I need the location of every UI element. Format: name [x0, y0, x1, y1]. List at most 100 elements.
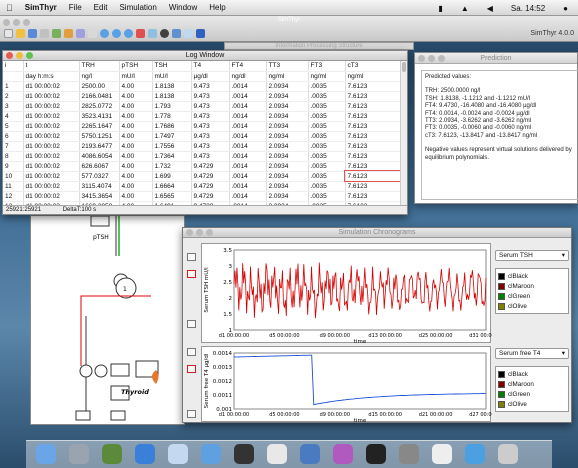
ft4-chart[interactable]: 0.0014 0.0013 0.0012 0.0011 0.001 d1 00:00:00… [201, 346, 503, 424]
table-cell: 2825.0772 [79, 101, 120, 112]
user-icon[interactable]: ● [557, 4, 574, 13]
menu-window[interactable]: Window [163, 3, 203, 12]
color-icon-2[interactable] [187, 365, 196, 373]
paste-icon[interactable] [76, 29, 85, 38]
open-icon[interactable] [16, 29, 25, 38]
color-item[interactable]: clBlack [498, 369, 566, 379]
stop-icon[interactable] [124, 29, 133, 38]
log-table[interactable]: i t TRH pTSH TSH T4 FT4 TT3 FT3 cT3 day h:m:s ng/l m… [3, 61, 401, 212]
volume-icon[interactable]: ◀ [481, 4, 499, 13]
dock-activity-icon[interactable] [366, 444, 386, 464]
table-row[interactable]: 11 d1 00:00:02 3115.4074 4.00 1.6664 9.4729.0… [3, 181, 401, 192]
series-select-1[interactable]: Serum TSH ▾ [495, 250, 569, 261]
bluetooth-icon[interactable]: ▮ [432, 4, 448, 13]
close-icon[interactable] [186, 229, 193, 236]
tsh-chart[interactable]: 3.5 3 2.5 2 1.5 1 d1 00:00:00 d5 00:00:00 d9 00:… [201, 243, 503, 345]
table-cell: d1 00:00:02 [23, 151, 80, 162]
dock-zoom-icon[interactable] [465, 444, 485, 464]
table-header-row[interactable]: i t TRH pTSH TSH T4 FT4 TT3 FT3 cT3 [3, 61, 401, 72]
menu-help[interactable]: Help [203, 3, 231, 12]
dock-iphoto-icon[interactable] [300, 444, 320, 464]
cut-icon[interactable] [52, 29, 61, 38]
close-icon[interactable] [6, 52, 13, 59]
save-icon[interactable] [28, 29, 37, 38]
dock-terminal-icon[interactable] [234, 444, 254, 464]
table-row[interactable]: 12 d1 00:00:02 3415.3654 4.00 1.6565 9.4729.0… [3, 191, 401, 202]
color-list-1[interactable]: clBlack clMaroon clGreen clOlive [495, 268, 569, 314]
new-icon[interactable] [4, 29, 13, 38]
close-icon[interactable] [418, 55, 425, 62]
table-row[interactable]: 6 d1 00:00:02 5750.1251 4.00 1.7497 9.473.001… [3, 131, 401, 142]
print-icon[interactable] [40, 29, 49, 38]
table-cell: d1 00:00:02 [23, 131, 80, 142]
minimize-icon[interactable] [16, 52, 23, 59]
dock-finder-icon[interactable] [36, 444, 56, 464]
wifi-icon[interactable]: ▲ [455, 4, 475, 13]
table-row[interactable]: 9 d1 00:00:02 626.6067 4.00 1.732 9.4729.0014… [3, 161, 401, 172]
color-item[interactable]: clMaroon [498, 281, 566, 291]
prediction-icon[interactable] [160, 29, 169, 38]
table-row[interactable]: 5 d1 00:00:02 2265.1647 4.00 1.7686 9.473.001… [3, 121, 401, 132]
close-icon[interactable] [3, 19, 10, 26]
dock-settings-icon[interactable] [399, 444, 419, 464]
table-row[interactable]: 4 d1 00:00:02 3523.4131 4.00 1.778 9.473.0014… [3, 111, 401, 122]
menu-edit[interactable]: Edit [88, 3, 114, 12]
copy-icon[interactable] [64, 29, 73, 38]
dock-itunes-icon[interactable] [333, 444, 353, 464]
color-icon[interactable] [187, 270, 196, 278]
table-row[interactable]: 1 d1 00:00:02 2500.00 4.00 1.8138 9.473.0014 2… [3, 81, 401, 92]
dock-help-icon[interactable] [201, 444, 221, 464]
clear-icon[interactable] [88, 29, 97, 38]
color-item[interactable]: clGreen [498, 291, 566, 301]
color-item[interactable]: clOlive [498, 301, 566, 311]
help-icon[interactable] [196, 29, 205, 38]
table-row[interactable]: 7 d1 00:00:02 2193.6477 4.00 1.7556 9.473.001… [3, 141, 401, 152]
dock-preview-icon[interactable] [168, 444, 188, 464]
menu-file[interactable]: File [63, 3, 88, 12]
prediction-text[interactable]: Predicted values: TRH: 2500.0000 ng/l TS… [421, 70, 578, 200]
minimize-icon[interactable] [196, 229, 203, 236]
minimize-icon[interactable] [428, 55, 435, 62]
settings-icon[interactable] [148, 29, 157, 38]
close-sim-icon[interactable] [136, 29, 145, 38]
menu-simulation[interactable]: Simulation [113, 3, 162, 12]
color-item[interactable]: clOlive [498, 399, 566, 409]
run-icon[interactable] [100, 29, 109, 38]
color-item[interactable]: clGreen [498, 389, 566, 399]
dock-textedit-icon[interactable] [432, 444, 452, 464]
dock-system-icon[interactable] [102, 444, 122, 464]
zoom-fit-icon-2[interactable] [187, 348, 196, 356]
menu-simthyr[interactable]: SimThyr [19, 3, 63, 12]
dock-ical-icon[interactable] [267, 444, 287, 464]
zoom-icon[interactable] [26, 52, 33, 59]
zoom-icon[interactable] [23, 19, 30, 26]
clock[interactable]: Sa. 14:52 [505, 4, 551, 13]
zoom-icon[interactable] [438, 55, 445, 62]
dock-safari-icon[interactable] [135, 444, 155, 464]
table-row[interactable]: 3 d1 00:00:02 2825.0772 4.00 1.793 9.473.0014… [3, 101, 401, 112]
color-item[interactable]: clMaroon [498, 379, 566, 389]
table-row[interactable]: 2 d1 00:00:02 2166.0481 4.00 1.8138 9.473.001… [3, 91, 401, 102]
log-scrollbar[interactable] [400, 61, 407, 207]
copy-chart-icon[interactable] [187, 320, 196, 328]
block-diagram-window: pTSH 1 Thyroid [30, 215, 185, 425]
table-row[interactable]: 8 d1 00:00:02 4086.6054 4.00 1.7364 9.473.001… [3, 151, 401, 162]
color-item[interactable]: clBlack [498, 271, 566, 281]
pause-icon[interactable] [112, 29, 121, 38]
series-select-2[interactable]: Serum free T4 ▾ [495, 348, 569, 359]
color-list-2[interactable]: clBlack clMaroon clGreen clOlive [495, 366, 569, 412]
dock-rocket-icon[interactable] [69, 444, 89, 464]
zoom-fit-icon[interactable] [187, 253, 196, 261]
apple-menu-icon[interactable]:  [0, 3, 19, 13]
table-units-row[interactable]: day h:m:s ng/l mU/l mU/l µg/dl ng/dl ng/ml ng/m… [3, 71, 401, 82]
chart-icon[interactable] [172, 29, 181, 38]
copy-chart-icon-2[interactable] [187, 410, 196, 418]
zoom-icon[interactable] [206, 229, 213, 236]
table-icon[interactable] [184, 29, 193, 38]
table-cell: day h:m:s [23, 71, 80, 82]
dock-trash-icon[interactable] [498, 444, 518, 464]
x-tick-label: d9 00:00:00 [320, 333, 350, 339]
x-tick-label: d5 00:00:00 [269, 412, 299, 418]
minimize-icon[interactable] [13, 19, 20, 26]
table-row[interactable]: 10 d1 00:00:02 577.0327 4.00 1.699 9.4729.001… [3, 170, 401, 182]
